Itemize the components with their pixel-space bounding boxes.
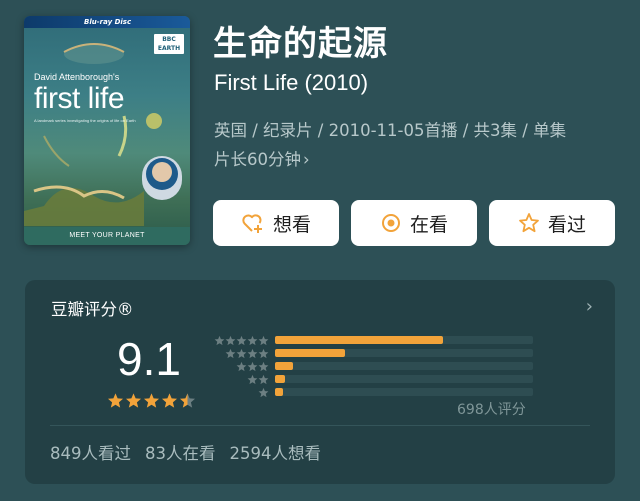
star-small-icon [247, 335, 258, 345]
distribution-track [275, 349, 533, 357]
distribution-row-5 [209, 334, 533, 346]
distribution-bar [275, 336, 443, 344]
poster-author: David Attenborough's [34, 72, 120, 82]
star-small-icon [225, 348, 236, 358]
distribution-row-2 [209, 373, 533, 385]
row-stars [209, 335, 269, 346]
meta-line-2: 片长60分钟 › [214, 145, 614, 174]
distribution-bar [275, 375, 286, 383]
distribution-bar [275, 362, 294, 370]
watched-button[interactable]: 看过 [489, 200, 615, 246]
heart-plus-icon [242, 214, 262, 233]
distribution-row-4 [209, 347, 533, 359]
star-small-icon [214, 335, 225, 345]
rating-stars [107, 392, 196, 409]
poster-footer: MEET YOUR PLANET [24, 227, 190, 245]
row-stars [209, 361, 269, 372]
meta-duration: 片长60分钟 [214, 150, 301, 169]
row-stars [209, 374, 269, 385]
star-small-icon [236, 348, 247, 358]
badge-line1: BBC [162, 36, 176, 43]
distribution-row-1 [209, 386, 533, 398]
star-small-icon [258, 374, 269, 384]
watching-label: 在看 [409, 213, 448, 236]
poster-image[interactable]: Blu-ray Disc BBC EARTH David Attenboroug… [24, 16, 190, 245]
star-small-icon [247, 361, 258, 371]
distribution-track [275, 375, 533, 383]
want-to-watch-button[interactable]: 想看 [213, 200, 339, 246]
star-icon [161, 393, 178, 408]
original-title: First Life (2010) [214, 70, 369, 95]
watching-count[interactable]: 83人在看 [145, 440, 216, 464]
bluray-label: Blu-ray Disc [24, 16, 190, 28]
chevron-right-icon: › [303, 150, 310, 169]
distribution-bar [275, 349, 345, 357]
meta-info[interactable]: 英国 / 纪录片 / 2010-11-05首播 / 共3集 / 单集 片长60分… [214, 116, 614, 174]
target-icon [381, 214, 400, 232]
rating-card[interactable]: 豆瓣评分® › 9.1 698人评分 849人看过 83人在看 2594人想看 [25, 280, 615, 484]
star-small-icon [236, 361, 247, 371]
row-stars [209, 348, 269, 359]
rating-count: 698人评分 [457, 402, 526, 418]
page-title: 生命的起源 [213, 24, 388, 64]
want-count[interactable]: 2594人想看 [230, 440, 322, 464]
want-label: 想看 [272, 213, 311, 236]
badge-line2: EARTH [157, 45, 181, 52]
star-small-icon [247, 348, 258, 358]
star-small-icon [258, 348, 269, 358]
poster-title: first life [34, 82, 125, 115]
star-small-icon [247, 374, 258, 384]
rating-score: 9.1 [117, 333, 181, 385]
star-small-icon [258, 387, 269, 397]
chevron-right-icon[interactable]: › [586, 296, 593, 317]
row-stars [209, 387, 269, 398]
watched-label: 看过 [547, 213, 586, 236]
bbc-earth-badge: BBC EARTH [154, 34, 184, 54]
distribution-track [275, 388, 533, 396]
star-small-icon [225, 335, 236, 345]
star-outline-icon [519, 213, 539, 233]
distribution-track [275, 362, 533, 370]
poster-tagline: A landmark series investigating the orig… [34, 118, 136, 123]
star-icon [143, 393, 160, 408]
distribution-row-3 [209, 360, 533, 372]
star-small-icon [236, 335, 247, 345]
meta-line-1: 英国 / 纪录片 / 2010-11-05首播 / 共3集 / 单集 [214, 121, 567, 140]
watching-button[interactable]: 在看 [351, 200, 477, 246]
divider [50, 425, 590, 426]
watched-count[interactable]: 849人看过 [50, 440, 131, 464]
star-icon [179, 393, 196, 408]
distribution-bar [275, 388, 283, 396]
rating-label: 豆瓣评分® [51, 300, 134, 319]
star-icon [125, 393, 142, 408]
audience-stats: 849人看过 83人在看 2594人想看 [50, 440, 321, 464]
star-icon [107, 393, 124, 408]
star-small-icon [258, 361, 269, 371]
distribution-track [275, 336, 533, 344]
star-small-icon [258, 335, 269, 345]
